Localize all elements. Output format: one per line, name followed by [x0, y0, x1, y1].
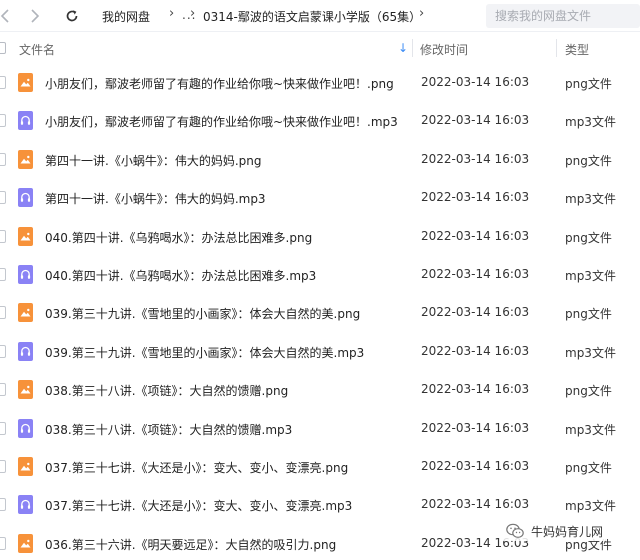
file-type: png文件	[565, 230, 612, 245]
row-checkbox[interactable]	[0, 498, 6, 512]
column-divider[interactable]	[556, 39, 557, 57]
file-row[interactable]: 037.第三十七讲.《大还是小》：变大、变小、变漂亮.mp3 2022-03-14…	[0, 486, 640, 524]
file-modified-time: 2022-03-14 16:03	[421, 267, 530, 281]
image-file-icon	[18, 73, 33, 92]
row-checkbox[interactable]	[0, 114, 6, 128]
file-name[interactable]: 039.第三十九讲.《雪地里的小画家》：体会大自然的美.png	[45, 305, 360, 322]
watermark-text: 牛妈妈育儿网	[531, 524, 604, 539]
breadcrumb-root[interactable]: 我的网盘	[102, 8, 150, 25]
file-row[interactable]: 第四十一讲.《小蜗牛》：伟大的妈妈.mp3 2022-03-14 16:03 mp3…	[0, 179, 640, 217]
file-modified-time: 2022-03-14 16:03	[421, 382, 530, 397]
file-type: png文件	[565, 384, 612, 399]
file-type: mp3文件	[565, 422, 616, 437]
file-type: png文件	[565, 307, 612, 322]
file-modified-time: 2022-03-14 16:03	[421, 75, 530, 89]
file-name[interactable]: 036.第三十六讲.《明天要远足》：大自然的吸引力.png	[45, 536, 336, 553]
file-modified-time: 2022-03-14 16:03	[421, 459, 530, 473]
column-header-type[interactable]: 类型	[565, 41, 589, 58]
file-name[interactable]: 038.第三十八讲.《项链》：大自然的馈赠.png	[45, 382, 288, 399]
file-modified-time: 2022-03-14 16:03	[421, 151, 530, 166]
audio-file-icon	[18, 111, 33, 131]
file-row[interactable]: 038.第三十八讲.《项链》：大自然的馈赠.mp3 2022-03-14 16:0…	[0, 410, 640, 448]
file-row[interactable]: 039.第三十九讲.《雪地里的小画家》：体会大自然的美.mp3 2022-03-1…	[0, 333, 640, 371]
file-type: mp3文件	[565, 345, 616, 360]
file-row[interactable]: 040.第四十讲.《乌鸦喝水》：办法总比困难多.png 2022-03-14 16…	[0, 218, 640, 256]
file-name[interactable]: 小朋友们，鄢波老师留了有趣的作业给你哦~快来做作业吧！.png	[45, 75, 394, 92]
file-row[interactable]: 小朋友们，鄢波老师留了有趣的作业给你哦~快来做作业吧！.mp3 2022-03-1…	[0, 102, 640, 140]
file-row[interactable]: 039.第三十九讲.《雪地里的小画家》：体会大自然的美.png 2022-03-1…	[0, 294, 640, 332]
file-name[interactable]: 038.第三十八讲.《项链》：大自然的馈赠.mp3	[45, 421, 292, 438]
audio-file-icon	[18, 265, 33, 284]
column-header-name[interactable]: 文件名	[19, 41, 55, 58]
file-modified-time: 2022-03-14 16:03	[421, 420, 530, 435]
file-name[interactable]: 039.第三十九讲.《雪地里的小画家》：体会大自然的美.mp3	[45, 344, 364, 361]
file-modified-time: 2022-03-14 16:03	[421, 113, 530, 128]
file-type: mp3文件	[565, 192, 616, 207]
image-file-icon	[18, 380, 33, 400]
breadcrumb-current[interactable]: 0314-鄢波的语文启蒙课小学版（65集）	[203, 8, 421, 25]
chevron-left-icon[interactable]	[0, 5, 16, 27]
file-row[interactable]: 小朋友们，鄢波老师留了有趣的作业给你哦~快来做作业吧！.png 2022-03-1…	[0, 64, 640, 102]
audio-file-icon	[18, 495, 33, 515]
chevron-right-icon: ›	[169, 6, 175, 21]
select-all-checkbox[interactable]	[0, 42, 6, 54]
file-modified-time: 2022-03-14 16:03	[421, 228, 530, 243]
file-modified-time: 2022-03-14 16:03	[421, 190, 530, 205]
column-header-row: 文件名 ↓ 修改时间 类型	[0, 33, 640, 63]
column-header-modified[interactable]: 修改时间	[420, 41, 468, 58]
file-modified-time: 2022-03-14 16:03	[421, 343, 530, 358]
image-file-icon	[18, 533, 33, 553]
image-file-icon	[18, 149, 33, 169]
sort-down-icon[interactable]: ↓	[398, 41, 408, 55]
image-file-icon	[18, 303, 33, 323]
file-type: png文件	[565, 153, 612, 168]
file-name[interactable]: 小朋友们，鄢波老师留了有趣的作业给你哦~快来做作业吧！.mp3	[45, 113, 398, 130]
row-checkbox[interactable]	[0, 383, 6, 397]
file-type: mp3文件	[565, 499, 616, 514]
row-checkbox[interactable]	[0, 306, 6, 320]
audio-file-icon	[18, 188, 33, 208]
file-name[interactable]: 037.第三十七讲.《大还是小》：变大、变小、变漂亮.mp3	[45, 497, 352, 514]
row-checkbox[interactable]	[0, 229, 6, 243]
file-name[interactable]: 第四十一讲.《小蜗牛》：伟大的妈妈.png	[45, 152, 261, 169]
audio-file-icon	[18, 341, 33, 361]
row-checkbox[interactable]	[0, 536, 6, 550]
row-checkbox[interactable]	[0, 460, 6, 473]
image-file-icon	[18, 457, 33, 476]
file-type: mp3文件	[565, 269, 616, 283]
audio-file-icon	[18, 418, 33, 438]
image-file-icon	[18, 226, 33, 246]
watermark: 牛妈妈育儿网	[502, 521, 607, 541]
file-name[interactable]: 第四十一讲.《小蜗牛》：伟大的妈妈.mp3	[45, 190, 266, 207]
file-row[interactable]: 040.第四十讲.《乌鸦喝水》：办法总比困难多.mp3 2022-03-14 16…	[0, 256, 640, 294]
chevron-right-icon[interactable]: ›	[419, 6, 424, 21]
chevron-right-icon[interactable]	[24, 5, 46, 27]
row-checkbox[interactable]	[0, 421, 6, 435]
row-checkbox[interactable]	[0, 76, 6, 89]
file-name[interactable]: 040.第四十讲.《乌鸦喝水》：办法总比困难多.png	[45, 229, 312, 246]
file-type: png文件	[565, 461, 612, 475]
file-name[interactable]: 040.第四十讲.《乌鸦喝水》：办法总比困难多.mp3	[45, 267, 316, 284]
file-type: png文件	[565, 77, 612, 91]
row-checkbox[interactable]	[0, 152, 6, 166]
wechat-logo-icon	[506, 523, 524, 538]
toolbar: 我的网盘 › ... › 0314-鄢波的语文启蒙课小学版（65集） ›	[0, 0, 640, 32]
chevron-right-icon: ›	[190, 6, 196, 21]
file-row[interactable]: 037.第三十七讲.《大还是小》：变大、变小、变漂亮.png 2022-03-14…	[0, 448, 640, 486]
row-checkbox[interactable]	[0, 268, 6, 281]
file-type: mp3文件	[565, 115, 616, 130]
search-input[interactable]	[486, 4, 640, 28]
file-row[interactable]: 第四十一讲.《小蜗牛》：伟大的妈妈.png 2022-03-14 16:03 png…	[0, 141, 640, 179]
file-modified-time: 2022-03-14 16:03	[421, 305, 530, 320]
file-row[interactable]: 038.第三十八讲.《项链》：大自然的馈赠.png 2022-03-14 16:0…	[0, 371, 640, 409]
row-checkbox[interactable]	[0, 344, 6, 358]
row-checkbox[interactable]	[0, 191, 6, 205]
file-modified-time: 2022-03-14 16:03	[421, 497, 530, 512]
column-divider[interactable]	[412, 39, 413, 57]
refresh-icon[interactable]	[61, 5, 83, 27]
file-name[interactable]: 037.第三十七讲.《大还是小》：变大、变小、变漂亮.png	[45, 459, 348, 476]
